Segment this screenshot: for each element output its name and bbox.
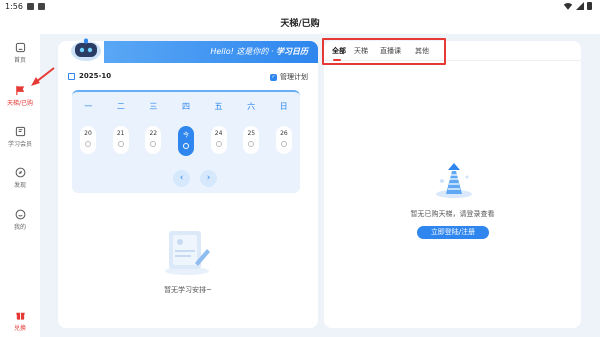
arrow-pointer-icon bbox=[31, 67, 55, 86]
ladder-illustration-icon bbox=[436, 163, 472, 198]
sidebar-item-label: 首页 bbox=[13, 57, 26, 64]
day-number: 25 bbox=[247, 130, 256, 137]
day-cell[interactable]: 20 bbox=[80, 126, 96, 154]
day-status-dot bbox=[117, 141, 124, 147]
manage-plan-label: 管理计划 bbox=[280, 73, 308, 81]
battery-icon bbox=[587, 2, 592, 10]
manage-plan-button[interactable]: ✓ 管理计划 bbox=[270, 72, 308, 82]
day-status-dot bbox=[182, 143, 189, 149]
week-navigation: ‹ › bbox=[173, 170, 217, 187]
banner-text: Hello! 这是你的 · 学习日历 bbox=[210, 46, 308, 57]
day-cell[interactable]: 21 bbox=[112, 126, 129, 154]
status-time: 1:56 bbox=[5, 2, 23, 11]
day-cell-today[interactable]: 今 bbox=[177, 126, 194, 156]
day-cell[interactable]: 25 bbox=[243, 126, 260, 154]
day-status-dot bbox=[85, 141, 91, 147]
weekday-label: 日 bbox=[279, 102, 288, 111]
weekday-label: 五 bbox=[214, 102, 223, 111]
sidebar-item-mine[interactable]: 我的 bbox=[0, 209, 40, 231]
compass-icon bbox=[15, 167, 25, 178]
gift-icon bbox=[15, 312, 25, 320]
weekday-label: 四 bbox=[181, 102, 190, 111]
day-cell[interactable]: 26 bbox=[275, 126, 292, 154]
sidebar-item-redeem[interactable]: 兑换 bbox=[0, 310, 40, 332]
calendar-banner: Hello! 这是你的 · 学习日历 bbox=[104, 41, 318, 63]
day-status-dot bbox=[248, 141, 255, 147]
sidebar-item-label: 兑换 bbox=[13, 325, 26, 332]
weekday-header: 一 二 三 四 五 六 日 bbox=[72, 101, 300, 112]
weekday-label: 三 bbox=[149, 102, 158, 111]
calendar-toolbar: 2025-10 ✓ 管理计划 bbox=[68, 72, 308, 84]
status-icons bbox=[563, 2, 592, 10]
day-status-dot bbox=[215, 141, 222, 147]
day-number: 26 bbox=[280, 130, 288, 137]
calendar-icon bbox=[68, 72, 75, 80]
day-number: 今 bbox=[182, 132, 189, 139]
empty-purchased-text: 暂无已购天梯，请登录查看 bbox=[410, 210, 495, 218]
day-number: 24 bbox=[214, 130, 223, 137]
robot-mascot-icon bbox=[71, 38, 101, 61]
sidebar-item-home[interactable]: 首页 bbox=[0, 42, 40, 64]
sidebar-item-label: 我的 bbox=[13, 224, 26, 231]
day-status-dot bbox=[150, 141, 157, 147]
day-cell[interactable]: 22 bbox=[145, 126, 162, 154]
weekday-label: 二 bbox=[116, 102, 125, 111]
sidebar-item-label: 发现 bbox=[13, 182, 26, 189]
next-week-button[interactable]: › bbox=[200, 170, 217, 187]
flag-icon bbox=[15, 85, 24, 96]
member-icon bbox=[15, 126, 25, 137]
notification-icon bbox=[27, 3, 34, 10]
study-calendar-card: Hello! 这是你的 · 学习日历 2025-10 ✓ 管理计划 一 二 三 … bbox=[58, 38, 318, 328]
empty-schedule-illustration-icon bbox=[165, 231, 210, 275]
day-number: 20 bbox=[84, 130, 92, 137]
notification-icon bbox=[38, 3, 45, 10]
sidebar-item-label: 天梯/已购 bbox=[6, 100, 34, 107]
day-status-dot bbox=[280, 141, 287, 147]
day-cell[interactable]: 24 bbox=[210, 126, 227, 154]
sidebar-item-member[interactable]: 学习会员 bbox=[0, 126, 40, 148]
purchased-list-card: 全部 天梯 直播课 其他 暂无已购天梯，请登录查看 立即登陆/注册 bbox=[324, 41, 581, 328]
wifi-icon bbox=[563, 3, 573, 10]
week-panel: 一 二 三 四 五 六 日 20 21 22 今 24 25 26 ‹ › bbox=[72, 90, 300, 193]
banner-greeting: Hello! 这是你的 · bbox=[210, 47, 276, 56]
page-title: 天梯/已购 bbox=[0, 14, 600, 34]
status-bar: 1:56 bbox=[0, 0, 600, 14]
sidebar-item-label: 学习会员 bbox=[7, 141, 32, 148]
day-number: 21 bbox=[116, 130, 125, 137]
tabs-highlight-box bbox=[322, 38, 446, 65]
home-icon bbox=[15, 42, 25, 53]
month-label: 2025-10 bbox=[79, 72, 112, 80]
day-number: 22 bbox=[149, 130, 158, 137]
day-row: 20 21 22 今 24 25 26 bbox=[80, 126, 292, 156]
month-selector[interactable]: 2025-10 bbox=[68, 72, 111, 80]
login-register-button[interactable]: 立即登陆/注册 bbox=[417, 226, 489, 239]
prev-week-button[interactable]: ‹ bbox=[173, 170, 190, 187]
banner-title: 学习日历 bbox=[276, 47, 308, 56]
check-icon: ✓ bbox=[270, 73, 277, 81]
weekday-label: 六 bbox=[247, 102, 256, 111]
weekday-label: 一 bbox=[84, 102, 93, 111]
sidebar-item-ladder[interactable]: 天梯/已购 bbox=[0, 85, 40, 107]
empty-schedule-text: 暂无学习安排~ bbox=[164, 286, 212, 294]
face-icon bbox=[15, 209, 25, 220]
signal-icon bbox=[576, 2, 584, 10]
sidebar-item-discover[interactable]: 发现 bbox=[0, 167, 40, 189]
